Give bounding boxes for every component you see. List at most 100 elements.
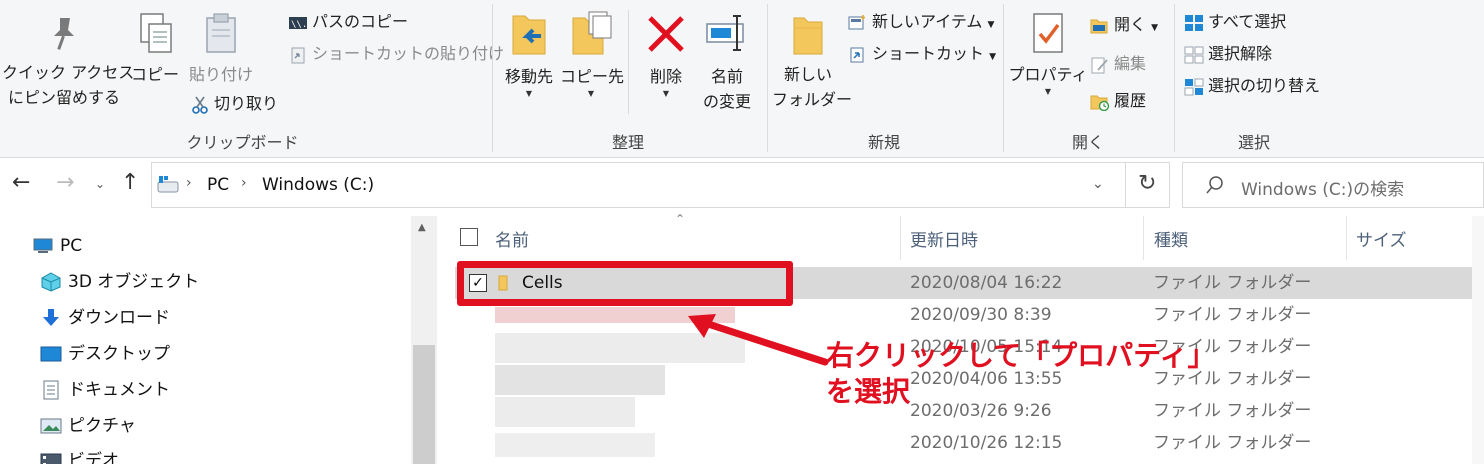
pin-label-line2: にピン留めする [7, 88, 120, 107]
search-field[interactable]: Windows (C:)の検索 [1182, 162, 1484, 208]
properties-button[interactable]: プロパティ ▼ [1008, 10, 1088, 97]
rename-label-line2: の変更 [702, 92, 751, 111]
breadcrumb-pc[interactable]: PC [207, 175, 229, 195]
pictures-icon [40, 418, 62, 434]
select-all-button[interactable]: すべて選択 [1184, 9, 1286, 34]
nav-pane-scroll-thumb[interactable] [413, 345, 435, 464]
forward-button[interactable]: → [56, 170, 74, 195]
file-type: ファイル フォルダー [1153, 273, 1312, 293]
new-folder-label-line1: 新しい [783, 65, 832, 84]
breadcrumb-separator-icon: › [186, 175, 192, 191]
nav-item-documents[interactable]: ドキュメント [40, 375, 170, 405]
sort-indicator-icon: ⌃ [675, 212, 686, 226]
column-header-modified[interactable]: 更新日時 [910, 226, 978, 251]
new-group-label: 新規 [867, 133, 900, 152]
pin-to-quick-access-button[interactable]: クイック アクセス にピン留めする [2, 14, 135, 110]
move-to-button[interactable]: 移動先 ▼ [500, 10, 558, 99]
organize-divider [628, 10, 629, 114]
ribbon-divider [767, 4, 768, 152]
properties-dropdown-icon: ▼ [1044, 87, 1052, 96]
up-button[interactable]: ↑ [121, 170, 139, 195]
new-item-dropdown-icon: ▼ [987, 20, 995, 30]
ribbon-divider [1174, 4, 1175, 152]
nav-item-desktop[interactable]: デスクトップ [40, 339, 170, 369]
nav-item-3d-objects[interactable]: 3D オブジェクト [40, 267, 199, 297]
easy-access-icon [850, 47, 864, 62]
properties-icon [1033, 13, 1063, 53]
file-modified: 2020/09/30 8:39 [910, 305, 1052, 325]
history-button[interactable]: 履歴 [1090, 88, 1146, 113]
select-none-button[interactable]: 選択解除 [1184, 41, 1272, 66]
column-header-name[interactable]: 名前 [495, 226, 529, 251]
delete-label: 削除 [649, 67, 682, 86]
nav-item-downloads[interactable]: ダウンロード [40, 303, 170, 333]
highlight-box [457, 261, 793, 306]
callout-line2: を選択 [826, 375, 911, 408]
search-icon [1206, 176, 1223, 194]
copy-label: コピー [130, 65, 179, 84]
column-divider[interactable] [900, 216, 901, 260]
select-all-icon [1185, 14, 1203, 31]
address-dropdown-icon[interactable]: ⌄ [1092, 176, 1104, 192]
rename-label-line1: 名前 [710, 67, 743, 86]
scroll-up-icon[interactable]: ▲ [418, 222, 426, 233]
column-header-type[interactable]: 種類 [1154, 226, 1188, 251]
file-type: ファイル フォルダー [1153, 433, 1312, 453]
ribbon-divider [1003, 4, 1004, 152]
file-list-scrollbar[interactable] [1472, 216, 1484, 464]
nav-item-videos[interactable]: ビデオ [40, 446, 119, 464]
new-folder-button[interactable]: 新しい フォルダー [772, 12, 853, 112]
edit-button[interactable]: 編集 [1090, 51, 1146, 76]
3d-objects-icon [41, 272, 61, 292]
column-divider[interactable] [1143, 216, 1144, 260]
edit-icon [1091, 57, 1108, 73]
recent-locations-button[interactable]: ⌄ [95, 177, 105, 191]
nav-item-pictures[interactable]: ピクチャ [40, 411, 136, 441]
new-item-icon [848, 14, 865, 29]
cut-button[interactable]: 切り取り [190, 91, 278, 116]
copy-to-dropdown-icon: ▼ [587, 89, 595, 98]
paste-shortcut-button[interactable]: ショートカットの貼り付け [288, 41, 504, 66]
column-divider[interactable] [1346, 216, 1347, 260]
annotation-arrow-icon [688, 314, 829, 366]
new-folder-label-line2: フォルダー [772, 90, 853, 109]
open-icon [1090, 19, 1108, 33]
easy-access-button[interactable]: ショートカット ▼ [848, 41, 996, 70]
invert-selection-icon [1184, 78, 1204, 95]
invert-selection-button[interactable]: 選択の切り替え [1184, 73, 1320, 98]
documents-icon [43, 380, 59, 400]
back-button[interactable]: ← [12, 170, 30, 195]
rename-button[interactable]: 名前 の変更 [698, 10, 756, 114]
copy-path-button[interactable]: \\.. パスのコピー [288, 9, 408, 34]
svg-text:\\..: \\.. [291, 20, 308, 30]
pc-icon [33, 238, 53, 253]
select-all-checkbox[interactable] [460, 228, 478, 246]
history-icon [1090, 95, 1110, 111]
paste-button[interactable]: 貼り付け [186, 12, 256, 87]
back-arrow-icon: ← [12, 170, 31, 195]
obscured-name [495, 433, 655, 457]
table-row[interactable]: 2020/10/26 12:15 ファイル フォルダー [455, 427, 1484, 459]
new-folder-icon [793, 17, 823, 55]
download-icon [43, 309, 59, 326]
copy-button[interactable]: コピー [130, 12, 180, 87]
properties-label: プロパティ [1008, 65, 1088, 84]
paste-shortcut-icon [291, 47, 305, 63]
select-none-icon [1184, 46, 1204, 63]
ribbon: クイック アクセス にピン留めする コピー 貼り付け \\.. パスのコピー [0, 0, 1484, 158]
breadcrumb-drive[interactable]: Windows (C:) [262, 175, 374, 195]
pin-label-line1: クイック アクセス [2, 63, 135, 82]
search-placeholder: Windows (C:)の検索 [1241, 180, 1405, 200]
copy-to-button[interactable]: コピー先 ▼ [560, 10, 624, 99]
videos-icon [40, 453, 62, 464]
paste-icon [206, 13, 236, 53]
chevron-down-icon: ⌄ [95, 177, 106, 191]
paste-label: 貼り付け [188, 65, 253, 84]
nav-item-pc[interactable]: PC [32, 231, 82, 261]
column-header-size[interactable]: サイズ [1356, 226, 1407, 251]
file-modified: 2020/10/26 12:15 [910, 433, 1063, 453]
refresh-button[interactable]: ↻ [1126, 162, 1170, 208]
delete-button[interactable]: 削除 ▼ [640, 10, 692, 99]
new-item-button[interactable]: 新しいアイテム ▼ [848, 9, 994, 38]
open-button[interactable]: 開く ▼ [1090, 12, 1158, 41]
